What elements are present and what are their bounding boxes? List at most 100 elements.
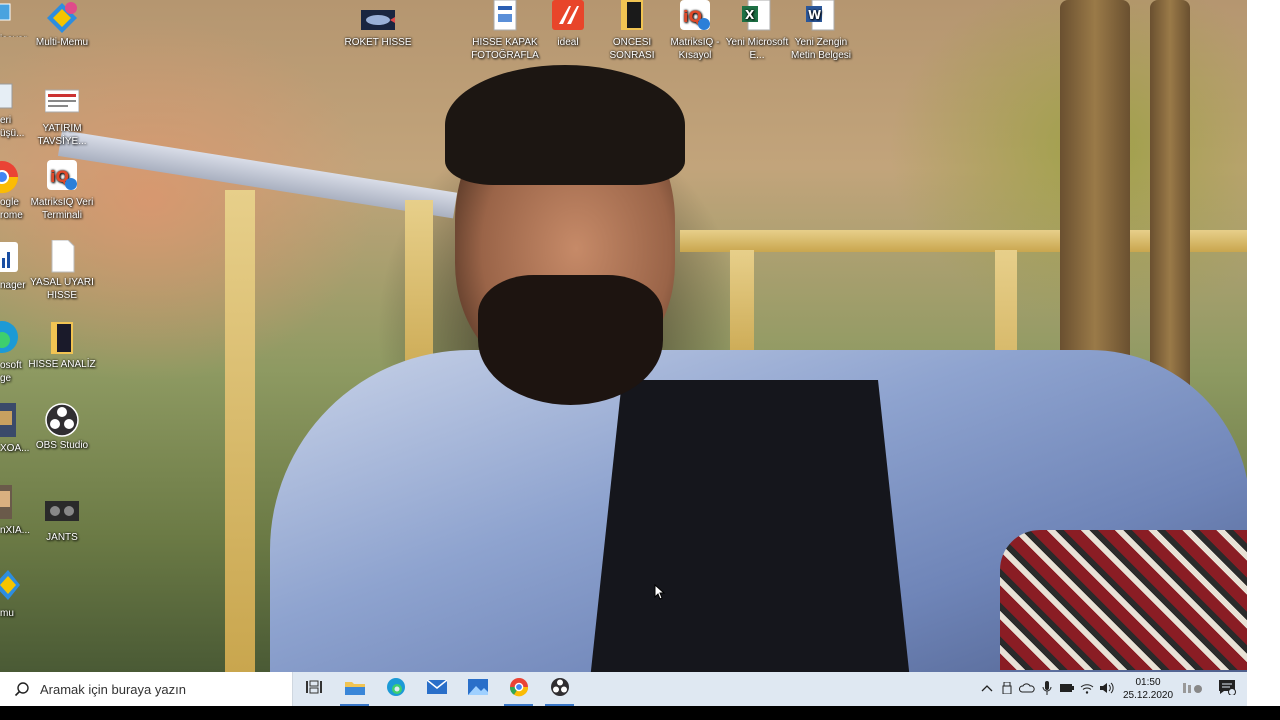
clock-date: 25.12.2020 [1122, 690, 1174, 701]
tray-usb[interactable] [997, 672, 1017, 706]
cloud-icon [1018, 682, 1035, 696]
icon-label: ONCESI SONRASI [609, 37, 655, 61]
icon-label: ROKET HISSE [344, 37, 412, 48]
wifi-icon [1080, 682, 1094, 697]
matriksiq-icon: iQ [45, 160, 79, 194]
multi-memu-icon [45, 0, 79, 34]
tray-volume[interactable] [1097, 672, 1117, 706]
video-file-icon [45, 495, 79, 529]
taskbar-mail[interactable] [416, 672, 457, 706]
desktop-icon-matriksiq-veri[interactable]: iQ MatriksIQ Veri Terminali [26, 160, 98, 222]
excel-icon: X [740, 0, 774, 34]
usb-icon [1002, 681, 1012, 697]
rocket-icon [361, 0, 395, 34]
task-view-icon [305, 680, 322, 699]
folder-icon [344, 679, 365, 700]
icon-label: isayar [0, 34, 27, 37]
person-hair [445, 65, 685, 185]
image-file-icon [44, 86, 80, 120]
grey-railing [57, 130, 458, 219]
icon-label: Multi-Memu [35, 37, 89, 48]
desktop-icon-oncesi-sonrasi[interactable]: ONCESI SONRASI [596, 0, 668, 62]
tray-network[interactable] [1077, 672, 1097, 706]
desktop-icon-jants[interactable]: JANTS [26, 495, 98, 545]
taskbar: Aramak için buraya yazın 01:50 25.12.202… [0, 672, 1247, 706]
icon-label: YASAL UYARI HISSE [30, 277, 94, 301]
desktop-icon-obs-studio[interactable]: OBS Studio [26, 403, 98, 453]
person-beard [478, 275, 663, 405]
ideal-app-icon [551, 0, 585, 34]
taskbar-file-explorer[interactable] [334, 672, 375, 706]
icon-label: Yeni Zengin Metin Belgesi [790, 37, 852, 61]
icon-label: HISSE KAPAK FOTOĞRAFLA [471, 37, 539, 61]
icon-label: osoft ge [0, 360, 22, 384]
notification-icon [1218, 679, 1236, 700]
action-center-button[interactable] [1207, 672, 1247, 706]
memu-icon [0, 568, 30, 602]
tray-app-indicator[interactable] [1179, 672, 1207, 706]
taskbar-photos[interactable] [457, 672, 498, 706]
screen-edge-black [0, 706, 1280, 720]
desktop-icon-ideal[interactable]: ideal [532, 0, 604, 50]
desktop-wallpaper: isayar eri üşü... ogle rome nager osoft … [0, 0, 1247, 672]
shirt [590, 380, 910, 672]
taskbar-chrome[interactable] [498, 672, 539, 706]
desktop-icon-word-file[interactable]: W Yeni Zengin Metin Belgesi [785, 0, 857, 62]
icon-label: JANTS [46, 532, 78, 543]
clock[interactable]: 01:50 25.12.2020 [1117, 676, 1179, 702]
tray-onedrive[interactable] [1017, 672, 1037, 706]
icon-label: nager [0, 280, 26, 290]
taskbar-edge[interactable] [375, 672, 416, 706]
show-hidden-icons[interactable] [977, 672, 997, 706]
mail-icon [426, 678, 447, 699]
desktop-icon-yatirim-tavsiye[interactable]: YATIRIM TAVSİYE... [26, 86, 98, 148]
tray-microphone[interactable] [1037, 672, 1057, 706]
clock-time: 01:50 [1135, 677, 1161, 688]
screen: isayar eri üşü... ogle rome nager osoft … [0, 0, 1280, 720]
microphone-icon [1042, 680, 1052, 698]
speaker-icon [1100, 682, 1114, 697]
svg-text:W: W [808, 8, 821, 22]
taskbar-obs[interactable] [539, 672, 580, 706]
patterned-rug [1000, 530, 1247, 670]
folder-icon [45, 322, 79, 356]
matriksiq-icon: iQ [678, 0, 712, 34]
desktop-icon-yasal-uyari[interactable]: YASAL UYARI HISSE [26, 239, 98, 302]
task-view-button[interactable] [293, 672, 334, 706]
desktop-icon-roket-hisse[interactable]: ROKET HISSE [342, 0, 414, 50]
search-box[interactable]: Aramak için buraya yazın [0, 672, 293, 706]
chevron-up-icon [981, 683, 993, 695]
icon-label: ideal [557, 37, 579, 48]
icon-label: HISSE ANALİZ [28, 359, 96, 370]
folder-icon [615, 0, 649, 34]
word-icon: W [804, 0, 838, 34]
chrome-icon [509, 677, 529, 702]
document-icon [488, 0, 522, 34]
icon-label: mu [0, 608, 14, 619]
desktop-icon-hisse-analiz[interactable]: HISSE ANALİZ [26, 322, 98, 372]
edge-icon [386, 677, 406, 702]
obs-icon [550, 677, 570, 702]
icon-label: Yeni Microsoft E... [725, 37, 789, 61]
photos-icon [467, 678, 488, 700]
text-file-icon [45, 239, 79, 274]
desktop-icon-hisse-kapak[interactable]: HISSE KAPAK FOTOĞRAFLA [469, 0, 541, 62]
screen-edge-white [1247, 0, 1280, 720]
icon-label: OBS Studio [35, 440, 89, 451]
search-icon [14, 681, 30, 697]
desktop-icon-memu[interactable]: mu [0, 568, 30, 624]
tray-battery[interactable] [1057, 672, 1077, 706]
icon-label: eri üşü... [0, 115, 25, 139]
search-placeholder: Aramak için buraya yazın [40, 681, 186, 697]
railing-post [225, 190, 255, 672]
desktop-icon-excel-file[interactable]: X Yeni Microsoft E... [721, 0, 793, 62]
icon-label: YATIRIM TAVSİYE... [37, 123, 87, 147]
svg-text:X: X [745, 8, 755, 22]
icon-label: ogle rome [0, 197, 23, 221]
battery-icon [1060, 683, 1074, 696]
system-tray: 01:50 25.12.2020 [977, 672, 1247, 706]
mouse-cursor [654, 584, 666, 600]
desktop-icon-multi-memu[interactable]: Multi-Memu [26, 0, 98, 50]
obs-icon [45, 403, 79, 437]
icon-label: MatriksIQ Veri Terminali [30, 197, 94, 221]
